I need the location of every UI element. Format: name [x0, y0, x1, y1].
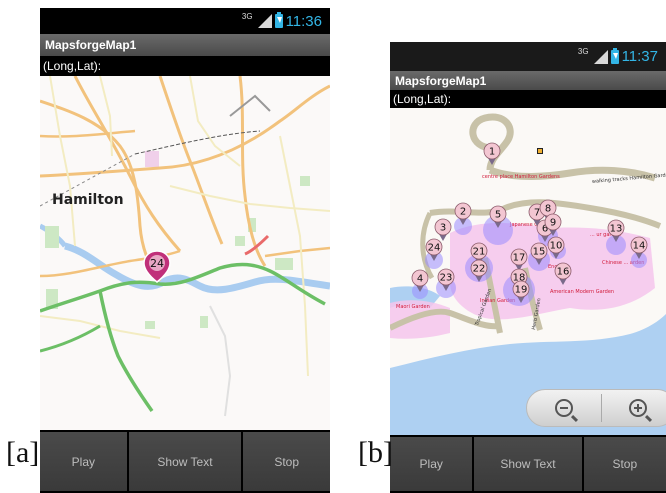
- subfigure-label-a: [a]: [6, 436, 40, 469]
- coordinates-label: (Long,Lat):: [43, 59, 102, 73]
- battery-charging-icon: [274, 12, 283, 28]
- button-bar: Play Show Text Stop: [390, 435, 666, 493]
- marker-number: 5: [495, 210, 501, 221]
- network-type: 3G: [577, 47, 589, 56]
- zoom-in-icon: [629, 399, 653, 423]
- marker-number: 4: [417, 274, 423, 285]
- play-button[interactable]: Play: [390, 437, 473, 491]
- subfigure-label-b: [b]: [358, 436, 393, 469]
- marker-number: 19: [515, 285, 528, 296]
- marker-number: 23: [440, 273, 453, 284]
- marker-number: 7: [534, 208, 540, 219]
- svg-text:24: 24: [150, 257, 164, 270]
- figure: 3G 11:36 MapsforgeMap1 (Long,Lat): Hamil…: [0, 0, 666, 493]
- marker-number: 17: [513, 253, 526, 264]
- zoom-out-button[interactable]: [527, 390, 601, 426]
- marker-number: 10: [550, 241, 563, 252]
- map-view[interactable]: centre place Hamilton Gardens walking tr…: [390, 108, 666, 435]
- marker-number: 2: [460, 207, 466, 218]
- label-maori-garden: Maori Garden: [396, 304, 430, 310]
- marker-number: 21: [473, 247, 486, 258]
- marker-number: 1: [489, 147, 495, 158]
- coordinates-label: (Long,Lat):: [393, 92, 452, 106]
- marker-number: 15: [533, 247, 546, 258]
- app-title-bar: MapsforgeMap1: [40, 34, 330, 56]
- clock: 11:36: [285, 12, 322, 30]
- marker-number: 24: [428, 243, 441, 254]
- stop-button[interactable]: Stop: [243, 432, 330, 491]
- signal-icon: [592, 49, 608, 64]
- label-american-garden: American Modern Garden: [550, 289, 614, 295]
- marker-number: 8: [545, 204, 551, 215]
- marker-number: 13: [610, 224, 623, 235]
- phone-screenshot-b: 3G 11:37 MapsforgeMap1 (Long,Lat): centr…: [390, 42, 666, 493]
- network-type: 3G: [241, 11, 253, 21]
- stop-button[interactable]: Stop: [583, 437, 666, 491]
- map-marker-3[interactable]: 3: [434, 218, 452, 241]
- status-bar: 3G 11:37: [390, 42, 666, 71]
- button-bar: Play Show Text Stop: [40, 430, 330, 493]
- status-bar: 3G 11:36: [40, 8, 330, 34]
- label-centre-place: centre place Hamilton Gardens: [482, 174, 560, 180]
- city-label: Hamilton: [52, 192, 124, 208]
- zoom-in-button[interactable]: [602, 390, 666, 426]
- signal-icon: [256, 14, 272, 28]
- app-title: MapsforgeMap1: [45, 38, 137, 52]
- marker-number: 22: [473, 264, 486, 275]
- play-button[interactable]: Play: [40, 432, 127, 491]
- map-view[interactable]: Hamilton 24: [40, 76, 330, 430]
- battery-charging-icon: [610, 47, 619, 64]
- phone-screenshot-a: 3G 11:36 MapsforgeMap1 (Long,Lat): Hamil…: [40, 8, 330, 493]
- coordinates-bar: (Long,Lat):: [40, 56, 330, 76]
- map-marker-1[interactable]: 1: [483, 142, 501, 165]
- marker-number: 3: [440, 223, 446, 234]
- zoom-out-icon: [554, 399, 578, 423]
- show-text-button[interactable]: Show Text: [128, 432, 242, 491]
- marker-number: 14: [633, 241, 646, 252]
- coordinates-bar: (Long,Lat):: [390, 90, 666, 108]
- marker-number: 9: [550, 218, 556, 229]
- app-title: MapsforgeMap1: [395, 73, 487, 88]
- app-title-bar: MapsforgeMap1: [390, 71, 666, 90]
- marker-number: 16: [557, 267, 570, 278]
- zoom-control: [526, 389, 666, 427]
- show-text-button[interactable]: Show Text: [474, 437, 582, 491]
- clock: 11:37: [621, 48, 658, 65]
